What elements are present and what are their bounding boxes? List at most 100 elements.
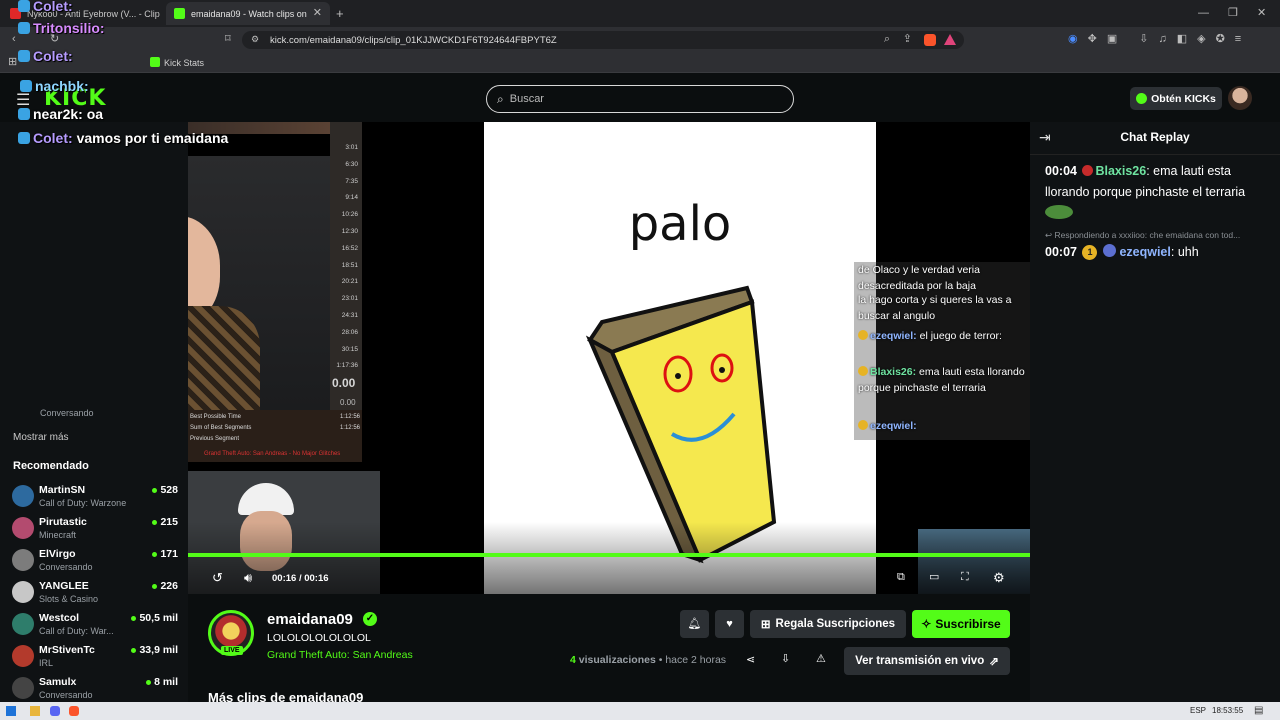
sidebar-icon[interactable]: ◧ (1177, 34, 1187, 45)
notify-button[interactable]: 🔔︎ (680, 610, 709, 638)
search-input[interactable]: ⌕ Buscar (486, 85, 794, 113)
explorer-icon[interactable] (30, 706, 40, 716)
pepe-emote-icon (1045, 205, 1073, 219)
subscribe-button[interactable]: ✧ Suscribirse (912, 610, 1010, 638)
live-badge: LIVE (221, 646, 243, 655)
overlay-chat-line: Colet: (18, 0, 73, 14)
split-stat-row: Previous Segment (190, 436, 240, 442)
recommended-channel[interactable]: Pirutastic Minecraft 215 (12, 514, 178, 544)
share-icon[interactable]: ⋖ (746, 655, 755, 666)
theater-icon[interactable]: ▭ (929, 572, 939, 583)
download-icon[interactable]: ⇩ (1139, 34, 1148, 45)
show-more-link[interactable]: Mostrar más (13, 432, 69, 443)
leo-icon[interactable]: ◈ (1197, 34, 1205, 45)
viewer-count: 171 (152, 548, 178, 560)
brave-shield-icon[interactable] (924, 34, 936, 46)
chat-username[interactable]: Blaxis26 (1095, 164, 1146, 178)
pip-icon[interactable]: ⧉ (897, 572, 905, 583)
sparkle-icon: ✧ (921, 617, 932, 631)
user-badge-icon (858, 330, 868, 340)
maximize-icon[interactable]: ❐ (1228, 8, 1238, 19)
scene-chat-overlay: de Olaco y le verdad veria desacreditada… (854, 262, 1030, 440)
channel-avatar (12, 677, 34, 699)
fullscreen-icon[interactable]: ⛶ (961, 572, 969, 583)
verified-icon: ✓ (363, 612, 377, 626)
scene-chat-message: Blaxis26: ema lauti esta llorando porque… (858, 366, 1025, 394)
replay-icon[interactable]: ↺ (212, 571, 223, 584)
category-link[interactable]: Grand Theft Auto: San Andreas (267, 649, 413, 661)
gift-subs-button[interactable]: ⊞ Regala Suscripciones (750, 610, 906, 638)
viewer-count: 50,5 mil (131, 612, 178, 624)
user-badge-icon (858, 366, 868, 376)
discord-icon[interactable] (50, 706, 60, 716)
user-badge-icon (20, 80, 32, 92)
video-progress-fill (188, 553, 1030, 557)
zoom-icon[interactable]: ⌕ (884, 34, 890, 45)
apps-grid-icon[interactable]: ⊞ (8, 57, 17, 68)
heart-icon: ♥ (726, 617, 733, 630)
channel-avatar (12, 645, 34, 667)
user-avatar[interactable] (1228, 86, 1252, 110)
settings-icon[interactable]: ⚙ (993, 571, 1005, 584)
recommended-channel[interactable]: Westcol Call of Duty: War... 50,5 mil (12, 610, 178, 640)
wallet-icon[interactable]: ◉ (1068, 34, 1078, 45)
back-icon[interactable]: ‹ (12, 34, 16, 45)
clip-title: LOLOLOLOLOLOLOL (267, 632, 371, 644)
split-time: 28:06 (341, 328, 358, 336)
gift-icon: ⊞ (760, 619, 771, 631)
user-badge-icon (18, 108, 30, 120)
report-icon[interactable]: ⚠ (816, 654, 826, 665)
watch-live-button[interactable]: Ver transmisión en vivo ⇗ (844, 647, 1010, 675)
recommended-channel[interactable]: MartinSN Call of Duty: Warzone 528 (12, 482, 178, 512)
recommended-channel[interactable]: ElVirgo Conversando 171 (12, 546, 178, 576)
rewards-icon[interactable] (944, 34, 956, 45)
channel-category: Call of Duty: War... (39, 626, 114, 636)
scene-chat-message: la hago corta y si queres la vas a busca… (858, 294, 1012, 322)
get-kicks-button[interactable]: Obtén KICKs (1130, 87, 1222, 110)
chat-message: 00:07 1 ezeqwiel: uhh (1045, 244, 1199, 260)
channel-name: Westcol (39, 612, 80, 624)
download-icon[interactable]: ⇩ (781, 654, 790, 665)
music-icon[interactable]: ♫ (1158, 34, 1166, 45)
start-icon[interactable] (6, 706, 16, 716)
address-bar[interactable]: ⚙ kick.com/emaidana09/clips/clip_01KJJWC… (242, 31, 964, 49)
search-icon: ⌕ (497, 91, 504, 106)
puzzle-icon[interactable]: ✥ (1088, 34, 1097, 45)
recommended-channel[interactable]: YANGLEE Slots & Casino 226 (12, 578, 178, 608)
recommended-channel[interactable]: MrStivenTc IRL 33,9 mil (12, 642, 178, 672)
share-icon[interactable]: ⇪ (903, 34, 912, 45)
livesplit-footer: Best Possible Time 1:12:56 Sum of Best Seg… (188, 410, 362, 462)
minimize-icon[interactable]: — (1198, 8, 1209, 19)
overlay-chat-line: Colet: (18, 48, 73, 64)
live-dot-icon (152, 551, 158, 557)
brave-icon[interactable] (69, 706, 79, 716)
user-badge-icon (1102, 244, 1116, 257)
tab-icon[interactable]: ▣ (1107, 34, 1117, 45)
live-dot-icon (152, 487, 158, 493)
language-indicator[interactable]: ESP (1190, 706, 1206, 715)
follow-button[interactable]: ♥ (715, 610, 744, 638)
split-stat-row: Best Possible Time 1:12:56 (190, 414, 360, 420)
livesplit-category: Grand Theft Auto: San Andreas - No Major… (204, 451, 341, 457)
split-time: 18:51 (341, 261, 358, 269)
new-tab-button[interactable]: + (336, 7, 344, 20)
live-dot-icon (131, 615, 137, 621)
live-dot-icon (146, 679, 152, 685)
extensions-toolbar: ◉ ✥ ▣ ⇩ ♫ ◧ ◈ ✪ ≡ (1068, 34, 1241, 45)
viewer-count: 226 (152, 580, 178, 592)
video-player[interactable]: 3:01 6:30 7:35 9:14 10:26 12:30 16:52 18:51 20:2… (188, 122, 1030, 594)
recommended-channel[interactable]: Samulx Conversando 8 mil (12, 674, 178, 704)
channel-avatar (12, 613, 34, 635)
scene-word: palo (628, 196, 732, 252)
menu-icon[interactable]: ≡ (1235, 34, 1241, 45)
notifications-icon[interactable]: ▤ (1254, 705, 1263, 716)
channel-name[interactable]: emaidana09 (267, 611, 353, 628)
split-time: 1:17:36 (336, 362, 358, 370)
close-window-icon[interactable]: ✕ (1257, 8, 1266, 19)
chat-username[interactable]: ezeqwiel (1119, 245, 1170, 259)
volume-icon[interactable]: 🔊︎ (244, 571, 252, 584)
clip-stats: 4 visualizaciones • hace 2 horas (570, 654, 727, 666)
clock[interactable]: 18:53:55 (1212, 706, 1243, 715)
viewer-count: 215 (152, 516, 178, 528)
vpn-icon[interactable]: ✪ (1216, 34, 1225, 45)
